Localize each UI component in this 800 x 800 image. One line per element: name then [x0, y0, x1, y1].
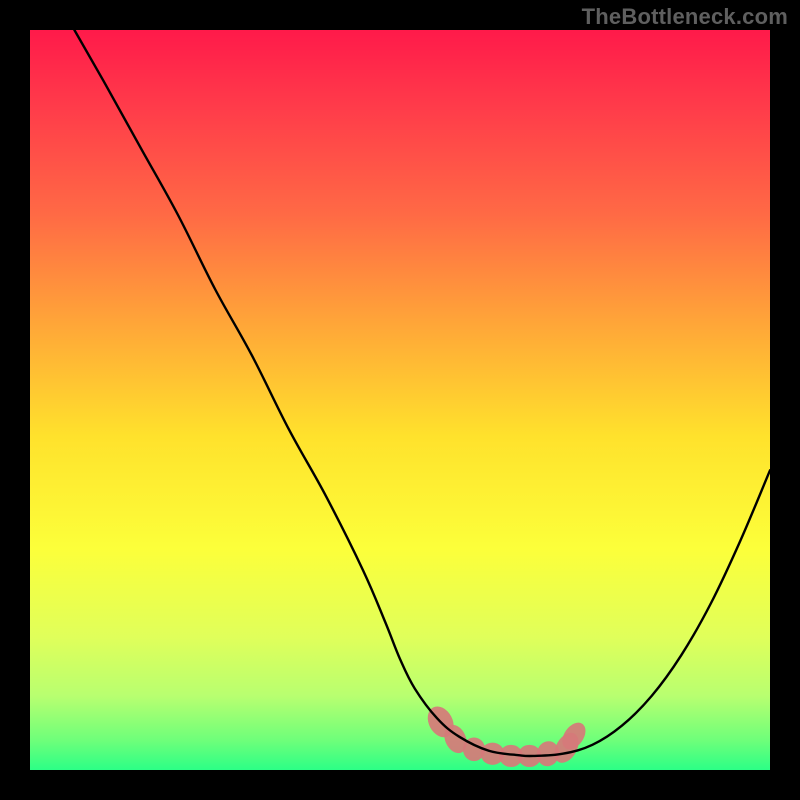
chart-frame: TheBottleneck.com	[0, 0, 800, 800]
watermark-text: TheBottleneck.com	[582, 4, 788, 30]
bottleneck-chart	[0, 0, 800, 800]
